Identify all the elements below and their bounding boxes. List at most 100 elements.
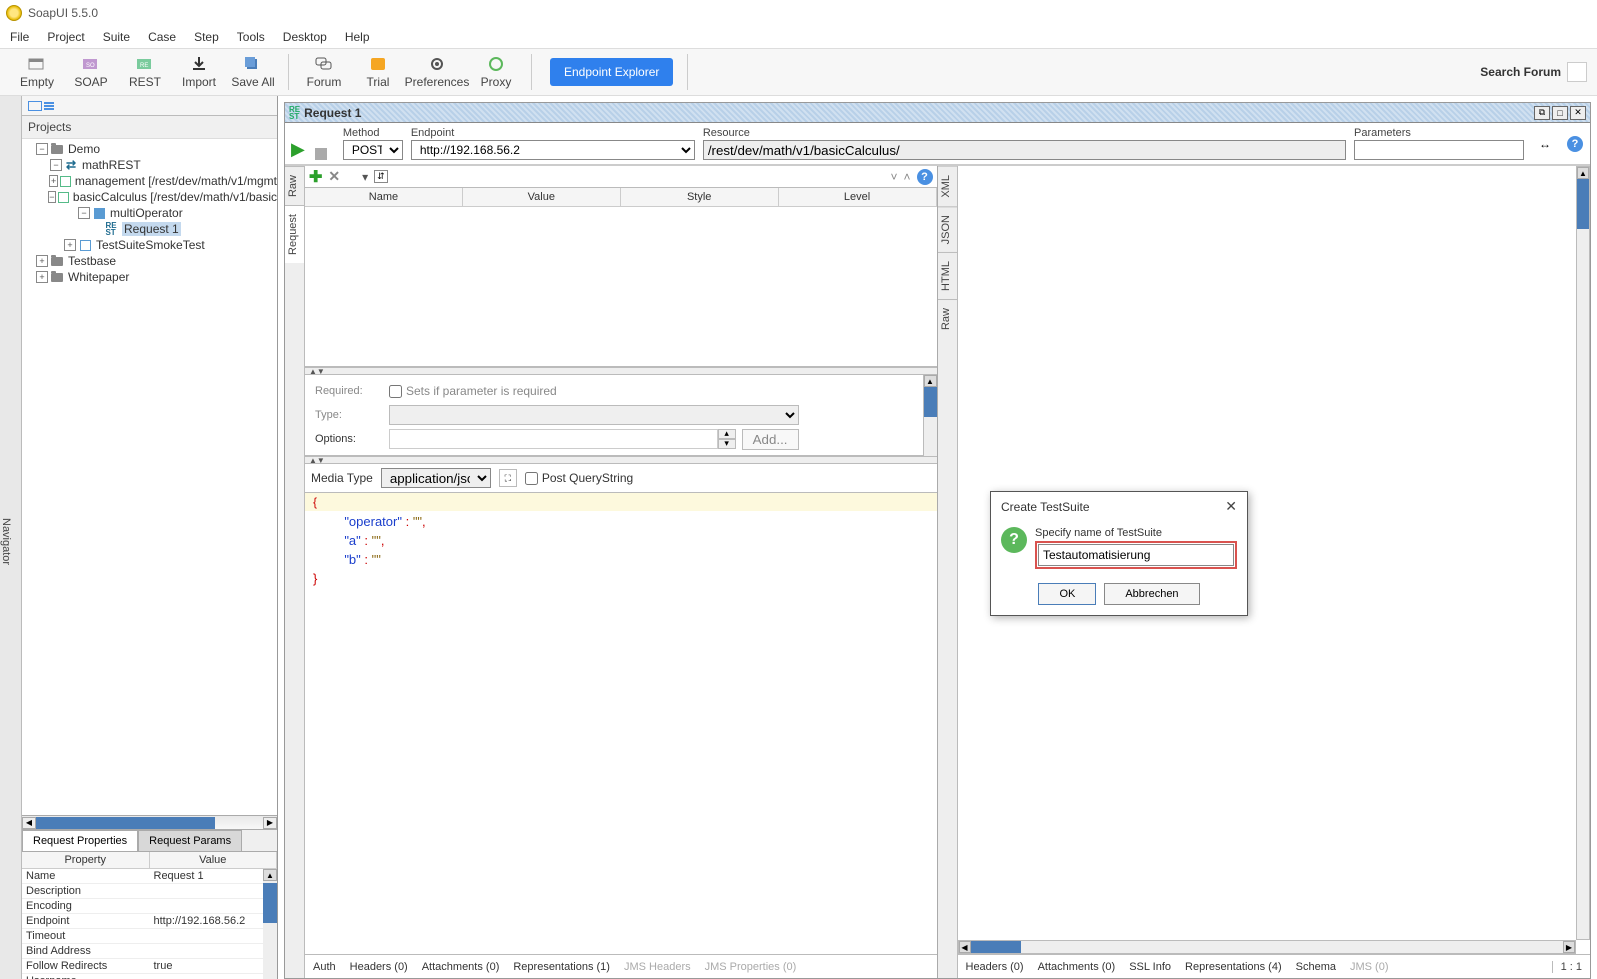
menu-tools[interactable]: Tools bbox=[237, 30, 265, 44]
menu-desktop[interactable]: Desktop bbox=[283, 30, 327, 44]
stepper-down-icon[interactable]: ▾ bbox=[718, 439, 736, 449]
type-select[interactable] bbox=[389, 405, 799, 425]
property-row[interactable]: NameRequest 1 bbox=[22, 869, 277, 884]
tool-rest[interactable]: REREST bbox=[118, 52, 172, 92]
media-type-select[interactable]: application/json bbox=[381, 468, 491, 488]
tool-empty[interactable]: Empty bbox=[10, 52, 64, 92]
add-param-icon[interactable]: ✚ bbox=[309, 167, 322, 187]
search-forum-input[interactable] bbox=[1567, 62, 1587, 82]
tab-attachments[interactable]: Attachments (0) bbox=[422, 961, 500, 973]
tree-node-mathrest[interactable]: −⇄mathREST bbox=[22, 157, 277, 173]
window-titlebar[interactable]: REST Request 1 ⧉ □ ✕ bbox=[285, 103, 1590, 123]
vtab-raw[interactable]: Raw bbox=[285, 166, 304, 205]
tree-node-multiop[interactable]: −multiOperator bbox=[22, 205, 277, 221]
details-v-scrollbar[interactable]: ▲ bbox=[923, 375, 937, 456]
tab-auth[interactable]: Auth bbox=[313, 961, 336, 973]
prop-v-scrollbar[interactable]: ▲ bbox=[263, 869, 277, 979]
help-button[interactable]: ? bbox=[1566, 135, 1584, 153]
tool-saveall[interactable]: Save All bbox=[226, 52, 280, 92]
request-body-editor[interactable]: { "operator" : "", "a" : "", "b" : "" } bbox=[305, 493, 937, 954]
prop-value[interactable] bbox=[150, 899, 278, 913]
property-row[interactable]: Bind Address bbox=[22, 944, 277, 959]
expander-icon[interactable]: + bbox=[64, 239, 76, 251]
close-icon[interactable]: ✕ bbox=[1570, 106, 1586, 120]
vtab-html[interactable]: HTML bbox=[938, 252, 957, 299]
tool-trial[interactable]: Trial bbox=[351, 52, 405, 92]
tree-node-request1[interactable]: RESTRequest 1 bbox=[22, 221, 277, 237]
tab-request-params[interactable]: Request Params bbox=[138, 830, 242, 851]
vtab-request[interactable]: Request bbox=[285, 205, 304, 263]
cancel-button[interactable]: Abbrechen bbox=[1104, 583, 1199, 605]
property-row[interactable]: Username bbox=[22, 974, 277, 979]
menu-project[interactable]: Project bbox=[47, 30, 84, 44]
prop-value[interactable] bbox=[150, 884, 278, 898]
vtab-json[interactable]: JSON bbox=[938, 206, 957, 252]
prop-value[interactable] bbox=[150, 974, 278, 979]
tree-node-testbase[interactable]: +Testbase bbox=[22, 253, 277, 269]
endpoint-explorer-button[interactable]: Endpoint Explorer bbox=[550, 58, 673, 86]
tree-node-whitepaper[interactable]: +Whitepaper bbox=[22, 269, 277, 285]
parameters-input[interactable] bbox=[1354, 140, 1524, 160]
expander-icon[interactable]: − bbox=[36, 143, 48, 155]
resp-v-scrollbar[interactable]: ▲ bbox=[1576, 166, 1590, 940]
vtab-xml[interactable]: XML bbox=[938, 166, 957, 206]
prop-value[interactable] bbox=[150, 944, 278, 958]
scroll-thumb[interactable] bbox=[263, 883, 277, 923]
tool-preferences[interactable]: Preferences bbox=[405, 52, 469, 92]
tab-request-properties[interactable]: Request Properties bbox=[22, 830, 138, 851]
menu-step[interactable]: Step bbox=[194, 30, 219, 44]
collapse-bar[interactable]: ▲▼ bbox=[305, 367, 937, 375]
property-row[interactable]: Follow Redirectstrue bbox=[22, 959, 277, 974]
tool-forum[interactable]: Forum bbox=[297, 52, 351, 92]
testsuite-name-input[interactable] bbox=[1038, 544, 1234, 566]
ok-button[interactable]: OK bbox=[1038, 583, 1096, 605]
menu-case[interactable]: Case bbox=[148, 30, 176, 44]
config-icon[interactable]: ▾ bbox=[362, 170, 368, 184]
tab-headers[interactable]: Headers (0) bbox=[966, 961, 1024, 973]
menu-file[interactable]: File bbox=[10, 30, 29, 44]
tab-ssl[interactable]: SSL Info bbox=[1129, 961, 1171, 973]
expander-icon[interactable]: + bbox=[36, 255, 48, 267]
expander-icon[interactable]: − bbox=[50, 159, 62, 171]
tool-soap[interactable]: SOSOAP bbox=[64, 52, 118, 92]
menu-suite[interactable]: Suite bbox=[103, 30, 130, 44]
resource-input[interactable] bbox=[703, 140, 1346, 160]
stop-icon[interactable] bbox=[315, 148, 327, 160]
help-icon[interactable]: ? bbox=[917, 169, 933, 185]
restore-icon[interactable]: ⧉ bbox=[1534, 106, 1550, 120]
expander-icon[interactable]: + bbox=[49, 175, 58, 187]
method-select[interactable]: POST bbox=[343, 140, 403, 160]
menu-help[interactable]: Help bbox=[345, 30, 370, 44]
property-row[interactable]: Timeout bbox=[22, 929, 277, 944]
stepper-up-icon[interactable]: ▴ bbox=[718, 429, 736, 439]
scroll-right-icon[interactable]: ▶ bbox=[263, 817, 277, 829]
endpoint-select[interactable]: http://192.168.56.2 bbox=[411, 140, 695, 160]
expander-icon[interactable]: − bbox=[78, 207, 90, 219]
prop-value[interactable]: true bbox=[150, 959, 278, 973]
post-querystring-checkbox[interactable] bbox=[525, 472, 538, 485]
up-icon[interactable]: ˅ bbox=[890, 170, 897, 184]
vtab-raw[interactable]: Raw bbox=[938, 299, 957, 338]
tree-node-testsuite-smoke[interactable]: +TestSuiteSmokeTest bbox=[22, 237, 277, 253]
remove-param-icon[interactable]: ✕ bbox=[328, 168, 340, 185]
expander-icon[interactable]: − bbox=[48, 191, 56, 203]
tab-attachments[interactable]: Attachments (0) bbox=[1038, 961, 1116, 973]
prop-value[interactable]: http://192.168.56.2 bbox=[150, 914, 278, 928]
tab-schema[interactable]: Schema bbox=[1296, 961, 1336, 973]
project-view-toggle[interactable] bbox=[22, 96, 277, 116]
add-option-button[interactable]: Add... bbox=[742, 429, 799, 450]
sort-icon[interactable]: ⇵ bbox=[374, 170, 388, 183]
tool-proxy[interactable]: Proxy bbox=[469, 52, 523, 92]
media-config-icon[interactable]: ⛶ bbox=[499, 469, 517, 487]
tree-node-basic[interactable]: −basicCalculus [/rest/dev/math/v1/basic bbox=[22, 189, 277, 205]
required-checkbox[interactable] bbox=[389, 385, 402, 398]
play-icon[interactable]: ▶ bbox=[291, 139, 305, 160]
prop-value[interactable]: Request 1 bbox=[150, 869, 278, 883]
property-row[interactable]: Encoding bbox=[22, 899, 277, 914]
expander-icon[interactable]: + bbox=[36, 271, 48, 283]
tree-node-demo[interactable]: −Demo bbox=[22, 141, 277, 157]
tool-import[interactable]: Import bbox=[172, 52, 226, 92]
navigator-tab[interactable]: Navigator bbox=[0, 96, 22, 979]
resp-h-scrollbar[interactable]: ◀▶ bbox=[958, 940, 1577, 954]
tab-headers[interactable]: Headers (0) bbox=[350, 961, 408, 973]
